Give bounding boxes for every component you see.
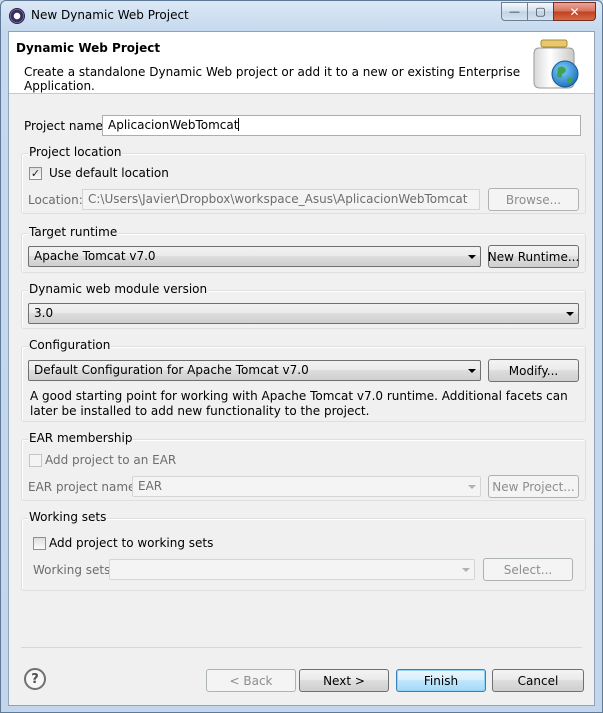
target-runtime-select[interactable]: Apache Tomcat v7.0 (28, 246, 481, 267)
module-version-value: 3.0 (34, 306, 54, 320)
minimize-icon: — (509, 5, 520, 18)
configuration-group: Configuration Default Configuration for … (21, 338, 586, 422)
project-name-label: Project name: (24, 119, 107, 133)
location-label: Location: (28, 193, 83, 207)
target-runtime-group: Target runtime Apache Tomcat v7.0 New Ru… (21, 225, 586, 273)
cancel-button[interactable]: Cancel (492, 669, 584, 692)
configuration-value: Default Configuration for Apache Tomcat … (34, 363, 309, 377)
modify-button[interactable]: Modify... (488, 359, 579, 382)
finish-button[interactable]: Finish (396, 669, 486, 692)
maximize-icon: ▢ (535, 5, 546, 18)
configuration-select[interactable]: Default Configuration for Apache Tomcat … (28, 360, 481, 381)
jar-globe-icon (533, 39, 579, 89)
location-input[interactable]: C:\Users\Javier\Dropbox\workspace_Asus\A… (82, 189, 480, 210)
target-runtime-title: Target runtime (28, 225, 119, 239)
module-version-select[interactable]: 3.0 (28, 303, 579, 324)
add-to-ear-label[interactable]: Add project to an EAR (45, 453, 176, 467)
help-icon[interactable]: ? (24, 668, 46, 690)
close-button[interactable]: ✕ (553, 2, 596, 21)
working-sets-title: Working sets (28, 510, 108, 524)
chevron-down-icon (468, 485, 476, 489)
window-title: New Dynamic Web Project (31, 8, 189, 22)
project-location-group: Project location ✓ Use default location … (21, 145, 586, 214)
maximize-button[interactable]: ▢ (527, 2, 553, 21)
ear-project-value: EAR (138, 479, 163, 493)
browse-button[interactable]: Browse... (488, 188, 579, 211)
back-button[interactable]: < Back (206, 669, 296, 692)
ear-project-name-label: EAR project name: (28, 480, 140, 494)
minimize-button[interactable]: — (501, 2, 527, 21)
select-working-sets-button[interactable]: Select... (483, 558, 573, 581)
add-to-ear-checkbox[interactable] (29, 454, 42, 467)
page-title: Dynamic Web Project (16, 41, 161, 55)
use-default-location-checkbox[interactable]: ✓ (29, 167, 42, 180)
chevron-down-icon (468, 255, 476, 259)
project-name-value: AplicacionWebTomcat (108, 118, 239, 132)
add-to-working-sets-checkbox[interactable] (33, 537, 46, 550)
dialog-client-area: Dynamic Web Project Create a standalone … (8, 31, 595, 706)
text-caret (238, 118, 240, 131)
eclipse-icon (9, 8, 25, 24)
project-location-title: Project location (28, 145, 123, 159)
new-ear-project-button[interactable]: New Project... (488, 475, 579, 498)
chevron-down-icon (468, 369, 476, 373)
configuration-description: A good starting point for working with A… (30, 389, 568, 418)
chevron-down-icon (566, 312, 574, 316)
dialog-window: New Dynamic Web Project — ▢ ✕ Dynamic We… (0, 0, 603, 713)
project-name-input[interactable]: AplicacionWebTomcat (102, 115, 581, 136)
ear-project-select[interactable]: EAR (132, 476, 481, 497)
wizard-header: Dynamic Web Project Create a standalone … (9, 32, 594, 94)
configuration-title: Configuration (28, 338, 112, 352)
new-runtime-button[interactable]: New Runtime... (488, 245, 579, 268)
close-icon: ✕ (569, 4, 580, 19)
chevron-down-icon (462, 568, 470, 572)
title-bar[interactable]: New Dynamic Web Project — ▢ ✕ (1, 1, 602, 31)
next-button[interactable]: Next > (299, 669, 389, 692)
check-icon: ✓ (30, 167, 41, 180)
module-version-group: Dynamic web module version 3.0 (21, 282, 586, 329)
module-version-title: Dynamic web module version (28, 282, 209, 296)
working-sets-group: Working sets Add project to working sets… (21, 510, 586, 591)
add-to-working-sets-label[interactable]: Add project to working sets (49, 536, 213, 550)
footer-separator (21, 647, 582, 648)
ear-membership-title: EAR membership (28, 431, 134, 445)
page-description: Create a standalone Dynamic Web project … (24, 65, 521, 93)
use-default-location-label[interactable]: Use default location (49, 166, 169, 180)
working-sets-select[interactable] (109, 559, 475, 580)
window-controls: — ▢ ✕ (501, 2, 596, 21)
working-sets-label: Working sets: (33, 563, 115, 577)
ear-membership-group: EAR membership Add project to an EAR EAR… (21, 431, 586, 501)
target-runtime-value: Apache Tomcat v7.0 (34, 249, 156, 263)
